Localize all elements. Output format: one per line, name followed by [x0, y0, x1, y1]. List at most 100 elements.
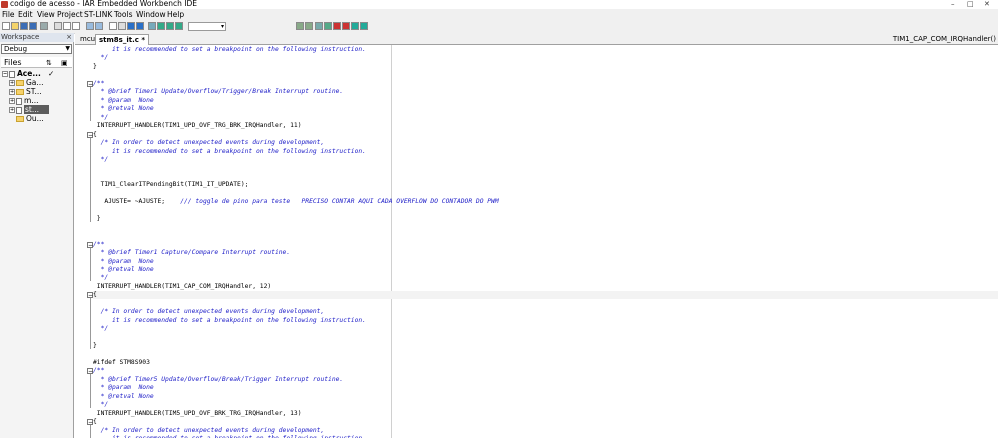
code-line: { — [93, 418, 97, 426]
code-text: /* In order to detect unexpected events … — [93, 426, 325, 434]
expand-icon[interactable]: + — [9, 107, 15, 113]
fold-guide — [90, 374, 91, 409]
fold-guide — [90, 137, 91, 223]
new-file-icon[interactable] — [2, 22, 10, 30]
navigate-back-icon[interactable] — [296, 22, 304, 30]
cut-icon[interactable] — [54, 22, 62, 30]
code-line: } — [93, 63, 97, 71]
compile-icon[interactable] — [315, 22, 323, 30]
code-text: AJUSTE= ~AJUSTE; — [93, 198, 166, 206]
find-icon[interactable] — [109, 22, 117, 30]
bookmark-prev-icon[interactable] — [166, 22, 174, 30]
stop-build-icon[interactable] — [333, 22, 341, 30]
close-icon[interactable]: × — [66, 33, 72, 42]
paste-icon[interactable] — [72, 22, 80, 30]
minimize-button[interactable]: – — [951, 0, 955, 8]
navigate-forward-icon[interactable] — [305, 22, 313, 30]
code-line: */ — [93, 325, 109, 333]
code-line: * @retval None — [93, 266, 154, 274]
code-line: INTERRUPT_HANDLER(TIM1_UPD_OVF_TRG_BRK_I… — [93, 122, 302, 130]
menu-view[interactable]: View — [37, 10, 55, 19]
make-icon[interactable] — [324, 22, 332, 30]
code-text: * @retval None — [93, 265, 154, 273]
code-text: it is recommended to set a breakpoint on… — [93, 46, 366, 53]
code-text: it is recommended to set a breakpoint on… — [93, 147, 366, 155]
collapse-icon[interactable]: − — [2, 71, 8, 77]
download-debug-icon[interactable] — [351, 22, 359, 30]
tree-item-folder[interactable]: + ST... — [9, 87, 42, 96]
tree-item-folder[interactable]: Ou... — [9, 114, 44, 123]
function-selector[interactable]: TIM1_CAP_COM_IRQHandler() — [893, 34, 996, 44]
breakpoint-icon[interactable] — [342, 22, 350, 30]
maximize-button[interactable]: □ — [967, 0, 974, 8]
code-text: * @param None — [93, 96, 154, 104]
code-text: INTERRUPT_HANDLER(TIM5_UPD_OVF_BRK_TRG_I… — [93, 409, 302, 417]
fold-guide — [90, 247, 91, 282]
bookmark-icon[interactable] — [148, 22, 156, 30]
code-line: */ — [93, 114, 109, 122]
configuration-select[interactable]: Debug ▼ — [1, 44, 72, 54]
tree-item-project[interactable]: − Ace... ✓ — [2, 69, 54, 78]
close-button[interactable]: ✕ — [984, 0, 990, 8]
code-line: INTERRUPT_HANDLER(TIM5_UPD_OVF_BRK_TRG_I… — [93, 410, 302, 418]
replace-icon[interactable] — [118, 22, 126, 30]
undo-icon[interactable] — [86, 22, 94, 30]
menu-tools[interactable]: Tools — [114, 10, 132, 19]
go-to-icon[interactable] — [136, 22, 144, 30]
check-icon: ✓ — [48, 69, 55, 78]
options-icon[interactable]: ▣ — [61, 58, 68, 69]
fold-guide — [90, 298, 91, 350]
expand-icon[interactable]: + — [9, 80, 15, 86]
code-line: * @brief Timer1 Update/Overflow/Trigger/… — [93, 88, 344, 96]
code-text: TIM1_ClearITPendingBit(TIM1_IT_UPDATE); — [93, 181, 249, 189]
open-icon[interactable] — [11, 22, 19, 30]
redo-icon[interactable] — [95, 22, 103, 30]
code-text: */ — [93, 401, 109, 409]
code-line: * @brief Timer1 Capture/Compare Interrup… — [93, 249, 291, 257]
menu-file[interactable]: File — [2, 10, 15, 19]
code-comment: /// toggle de pino para teste PRECISO CO… — [165, 198, 499, 206]
code-text: * @param None — [93, 257, 154, 265]
menu-edit[interactable]: Edit — [18, 10, 33, 19]
find-combo[interactable]: ▾ — [188, 22, 226, 31]
code-line: } — [93, 215, 101, 223]
code-text: /* In order to detect unexpected events … — [93, 308, 325, 316]
menu-st-link[interactable]: ST-LINK — [84, 10, 112, 19]
tree-item-file[interactable]: + m... — [9, 96, 38, 105]
code-line: TIM1_ClearITPendingBit(TIM1_IT_UPDATE); — [93, 181, 249, 189]
chevron-down-icon: ▼ — [65, 45, 70, 52]
menu-help[interactable]: Help — [167, 10, 184, 19]
debug-without-download-icon[interactable] — [360, 22, 368, 30]
code-line: { — [93, 291, 97, 299]
tree-item-folder[interactable]: + Ga... — [9, 78, 44, 87]
save-icon[interactable] — [20, 22, 28, 30]
workspace-panel: Workspace × Debug ▼ Files ⇅ ▣ − Ace... ✓ … — [0, 33, 74, 438]
code-text: */ — [93, 155, 109, 163]
print-icon[interactable] — [40, 22, 48, 30]
expand-icon[interactable]: + — [9, 89, 15, 95]
sort-icon[interactable]: ⇅ — [46, 58, 52, 69]
menu-project[interactable]: Project — [57, 10, 83, 19]
code-editor[interactable]: it is recommended to set a breakpoint on… — [75, 45, 998, 438]
expand-icon[interactable]: + — [9, 98, 15, 104]
code-line: /* In order to detect unexpected events … — [93, 308, 325, 316]
project-icon — [9, 70, 15, 78]
code-text: it is recommended to set a breakpoint on… — [93, 316, 366, 324]
bookmark-clear-icon[interactable] — [175, 22, 183, 30]
find-next-icon[interactable] — [127, 22, 135, 30]
code-line: it is recommended to set a breakpoint on… — [93, 46, 366, 54]
copy-icon[interactable] — [63, 22, 71, 30]
code-text: } — [93, 215, 101, 223]
code-line: } — [93, 342, 97, 350]
code-text: INTERRUPT_HANDLER(TIM1_UPD_OVF_TRG_BRK_I… — [93, 122, 302, 130]
menu-window[interactable]: Window — [136, 10, 166, 19]
code-text: */ — [93, 325, 109, 333]
bookmark-next-icon[interactable] — [157, 22, 165, 30]
tree-item-file-selected[interactable]: + st... — [9, 105, 72, 114]
tab-stm8s-it-c[interactable]: stm8s_it.c * — [95, 34, 149, 45]
save-all-icon[interactable] — [29, 22, 37, 30]
code-line: * @brief Timer5 Update/Overflow/Break/Tr… — [93, 376, 344, 384]
editor-tab-bar: mcu.c stm8s_it.c * TIM1_CAP_COM_IRQHandl… — [75, 33, 998, 45]
folder-icon — [16, 80, 24, 86]
code-text: { — [93, 130, 97, 138]
